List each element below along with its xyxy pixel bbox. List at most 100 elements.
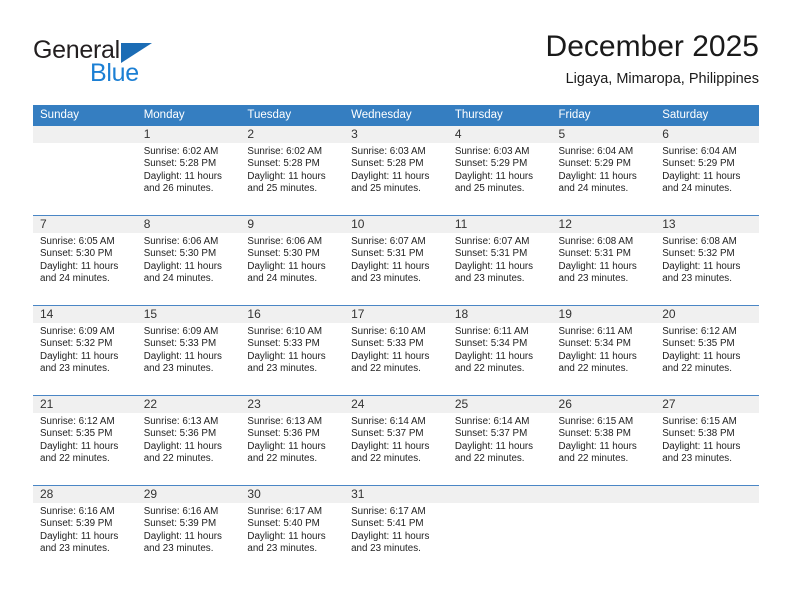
calendar-week-row: 7 Sunrise: 6:05 AM Sunset: 5:30 PM Daylight… <box>33 215 759 306</box>
sunset-text: Sunset: 5:31 PM <box>558 248 631 260</box>
day-number: 17 <box>344 306 448 323</box>
day-details: Sunrise: 6:03 AM Sunset: 5:29 PM Daylight:… <box>448 143 552 195</box>
calendar-week-row: 1 Sunrise: 6:02 AM Sunset: 5:28 PM Daylight… <box>33 126 759 216</box>
day-number: 2 <box>240 126 345 143</box>
calendar-day-cell[interactable]: 7 Sunrise: 6:05 AM Sunset: 5:30 PM Daylight… <box>33 215 137 306</box>
daylight-text: Daylight: 11 hours and 24 minutes. <box>662 170 741 194</box>
calendar-day-cell[interactable]: 1 Sunrise: 6:02 AM Sunset: 5:28 PM Daylight… <box>136 126 241 216</box>
daylight-text: Daylight: 11 hours and 23 minutes. <box>143 530 222 554</box>
calendar-day-cell[interactable]: 20 Sunrise: 6:12 AM Sunset: 5:35 PM Dayligh… <box>655 305 759 396</box>
sunset-text: Sunset: 5:30 PM <box>40 248 113 260</box>
calendar-day-cell[interactable]: 28 Sunrise: 6:16 AM Sunset: 5:39 PM Dayligh… <box>33 485 137 575</box>
calendar-day-cell[interactable]: 4 Sunrise: 6:03 AM Sunset: 5:29 PM Daylight… <box>447 126 552 216</box>
sunrise-text: Sunrise: 6:04 AM <box>662 146 737 157</box>
calendar-day-cell[interactable]: 6 Sunrise: 6:04 AM Sunset: 5:29 PM Daylight… <box>655 126 759 216</box>
daylight-text: Daylight: 11 hours and 23 minutes. <box>558 260 637 284</box>
sunrise-text: Sunrise: 6:12 AM <box>40 416 115 427</box>
daylight-text: Daylight: 11 hours and 22 minutes. <box>558 350 637 374</box>
daylight-text: Daylight: 11 hours and 22 minutes. <box>40 440 119 464</box>
sunrise-text: Sunrise: 6:07 AM <box>454 236 530 247</box>
sunset-text: Sunset: 5:36 PM <box>247 428 320 440</box>
calendar-day-cell[interactable]: 21 Sunrise: 6:12 AM Sunset: 5:35 PM Dayligh… <box>33 395 137 486</box>
sunrise-text: Sunrise: 6:08 AM <box>662 236 737 247</box>
calendar-day-cell[interactable]: 17 Sunrise: 6:10 AM Sunset: 5:33 PM Dayligh… <box>344 305 448 396</box>
calendar-day-cell[interactable]: 29 Sunrise: 6:16 AM Sunset: 5:39 PM Dayligh… <box>136 485 241 575</box>
day-details: Sunrise: 6:16 AM Sunset: 5:39 PM Daylight:… <box>137 503 241 555</box>
calendar-day-cell[interactable]: 12 Sunrise: 6:08 AM Sunset: 5:31 PM Dayligh… <box>551 215 656 306</box>
calendar-day-cell[interactable]: 25 Sunrise: 6:14 AM Sunset: 5:37 PM Dayligh… <box>447 395 552 486</box>
calendar-day-cell[interactable]: 27 Sunrise: 6:15 AM Sunset: 5:38 PM Dayligh… <box>655 395 759 486</box>
calendar-day-cell[interactable]: 18 Sunrise: 6:11 AM Sunset: 5:34 PM Dayligh… <box>447 305 552 396</box>
sunset-text: Sunset: 5:31 PM <box>351 248 424 260</box>
calendar-day-cell[interactable]: 2 Sunrise: 6:02 AM Sunset: 5:28 PM Daylight… <box>240 126 345 216</box>
daylight-text: Daylight: 11 hours and 24 minutes. <box>247 260 326 284</box>
calendar-day-cell[interactable]: 23 Sunrise: 6:13 AM Sunset: 5:36 PM Dayligh… <box>240 395 345 486</box>
calendar-day-cell[interactable]: 3 Sunrise: 6:03 AM Sunset: 5:28 PM Daylight… <box>344 126 448 216</box>
calendar-day-cell[interactable]: 24 Sunrise: 6:14 AM Sunset: 5:37 PM Dayligh… <box>344 395 448 486</box>
day-number: 31 <box>344 486 448 503</box>
day-number: 9 <box>240 216 345 233</box>
logo-text-blue: Blue <box>90 59 139 87</box>
daylight-text: Daylight: 11 hours and 23 minutes. <box>454 260 534 284</box>
calendar-day-cell[interactable]: 22 Sunrise: 6:13 AM Sunset: 5:36 PM Dayligh… <box>136 395 241 486</box>
day-details: Sunrise: 6:14 AM Sunset: 5:37 PM Daylight:… <box>344 413 448 465</box>
page-title: December 2025 <box>545 30 759 63</box>
calendar-day-cell[interactable]: 16 Sunrise: 6:10 AM Sunset: 5:33 PM Dayligh… <box>240 305 345 396</box>
calendar-day-cell[interactable]: 19 Sunrise: 6:11 AM Sunset: 5:34 PM Dayligh… <box>551 305 656 396</box>
sunset-text: Sunset: 5:34 PM <box>558 338 631 350</box>
calendar-header-row: Sunday Monday Tuesday Wednesday Thursday… <box>33 105 759 126</box>
daylight-text: Daylight: 11 hours and 23 minutes. <box>143 350 222 374</box>
sunrise-text: Sunrise: 6:07 AM <box>351 236 426 247</box>
calendar-day-cell[interactable]: 8 Sunrise: 6:06 AM Sunset: 5:30 PM Daylight… <box>136 215 241 306</box>
general-blue-logo[interactable]: General Blue <box>33 36 233 92</box>
calendar-day-cell[interactable]: 5 Sunrise: 6:04 AM Sunset: 5:29 PM Daylight… <box>551 126 656 216</box>
sunrise-text: Sunrise: 6:15 AM <box>558 416 634 427</box>
calendar-day-cell[interactable]: 10 Sunrise: 6:07 AM Sunset: 5:31 PM Dayligh… <box>344 215 448 306</box>
calendar-day-cell[interactable]: 26 Sunrise: 6:15 AM Sunset: 5:38 PM Dayligh… <box>551 395 656 486</box>
sunset-text: Sunset: 5:40 PM <box>247 518 320 530</box>
day-number: 19 <box>551 306 656 323</box>
calendar-day-cell[interactable]: 11 Sunrise: 6:07 AM Sunset: 5:31 PM Dayligh… <box>447 215 552 306</box>
sunset-text: Sunset: 5:37 PM <box>454 428 528 440</box>
day-number <box>33 126 137 143</box>
sunset-text: Sunset: 5:35 PM <box>40 428 113 440</box>
calendar-day-cell[interactable]: 9 Sunrise: 6:06 AM Sunset: 5:30 PM Daylight… <box>240 215 345 306</box>
sunset-text: Sunset: 5:33 PM <box>143 338 217 350</box>
sunrise-text: Sunrise: 6:16 AM <box>40 506 115 517</box>
daylight-text: Daylight: 11 hours and 25 minutes. <box>247 170 326 194</box>
daylight-text: Daylight: 11 hours and 23 minutes. <box>247 350 326 374</box>
day-details: Sunrise: 6:10 AM Sunset: 5:33 PM Daylight:… <box>344 323 448 375</box>
daylight-text: Daylight: 11 hours and 23 minutes. <box>351 530 430 554</box>
page-header: General Blue December 2025 Ligaya, Mimar… <box>33 28 759 100</box>
daylight-text: Daylight: 11 hours and 22 minutes. <box>247 440 326 464</box>
sunset-text: Sunset: 5:29 PM <box>558 158 631 170</box>
sunrise-text: Sunrise: 6:03 AM <box>454 146 530 157</box>
daylight-text: Daylight: 11 hours and 23 minutes. <box>351 260 430 284</box>
calendar-day-cell[interactable]: 14 Sunrise: 6:09 AM Sunset: 5:32 PM Dayligh… <box>33 305 137 396</box>
sunset-text: Sunset: 5:28 PM <box>143 158 217 170</box>
day-number: 26 <box>551 396 656 413</box>
calendar-day-cell[interactable]: 31 Sunrise: 6:17 AM Sunset: 5:41 PM Dayligh… <box>344 485 448 575</box>
calendar-day-cell[interactable]: 30 Sunrise: 6:17 AM Sunset: 5:40 PM Dayligh… <box>240 485 345 575</box>
daylight-text: Daylight: 11 hours and 23 minutes. <box>247 530 326 554</box>
weekday-header-monday: Monday <box>136 105 241 126</box>
sunrise-text: Sunrise: 6:10 AM <box>351 326 426 337</box>
day-number: 15 <box>136 306 241 323</box>
calendar-day-cell[interactable]: 15 Sunrise: 6:09 AM Sunset: 5:33 PM Dayligh… <box>136 305 241 396</box>
daylight-text: Daylight: 11 hours and 22 minutes. <box>351 350 430 374</box>
daylight-text: Daylight: 11 hours and 23 minutes. <box>662 260 741 284</box>
sunset-text: Sunset: 5:31 PM <box>454 248 528 260</box>
daylight-text: Daylight: 11 hours and 25 minutes. <box>351 170 430 194</box>
day-number: 29 <box>136 486 241 503</box>
sunset-text: Sunset: 5:29 PM <box>454 158 528 170</box>
sunrise-text: Sunrise: 6:02 AM <box>247 146 323 157</box>
sunset-text: Sunset: 5:28 PM <box>351 158 424 170</box>
day-number: 22 <box>136 396 241 413</box>
day-number: 23 <box>240 396 345 413</box>
day-number: 11 <box>447 216 552 233</box>
sunrise-text: Sunrise: 6:08 AM <box>558 236 634 247</box>
sunset-text: Sunset: 5:32 PM <box>40 338 113 350</box>
day-details: Sunrise: 6:12 AM Sunset: 5:35 PM Daylight:… <box>33 413 137 465</box>
sunrise-text: Sunrise: 6:11 AM <box>454 326 529 337</box>
calendar-day-cell[interactable]: 13 Sunrise: 6:08 AM Sunset: 5:32 PM Dayligh… <box>655 215 759 306</box>
